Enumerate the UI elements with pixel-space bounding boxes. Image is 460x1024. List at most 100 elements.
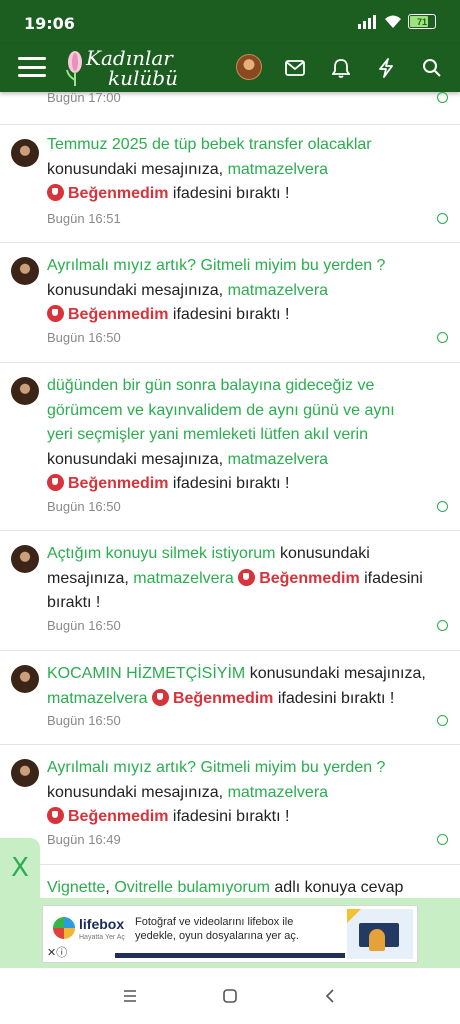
reaction-label: Beğenmedim bbox=[68, 185, 169, 202]
notification-body: ifadesini bıraktı ! bbox=[172, 808, 290, 825]
notification-body: konusundaki mesajınıza, bbox=[47, 450, 224, 468]
lifebox-logo-icon bbox=[53, 917, 75, 939]
notification-body: ifadesini bıraktı ! bbox=[172, 306, 290, 323]
notification-item[interactable]: düğünden bir gün sonra balayına gideceği… bbox=[0, 362, 460, 530]
notification-time: Bugün 16:49 bbox=[47, 832, 121, 847]
topic-link[interactable]: Açtığım konuyu silmek istiyorum bbox=[47, 545, 276, 562]
home-icon[interactable] bbox=[218, 984, 242, 1008]
thumbs-down-icon bbox=[47, 184, 64, 201]
avatar[interactable] bbox=[11, 665, 39, 693]
unread-dot[interactable] bbox=[437, 834, 448, 845]
logo-text-line1: Kadınlar bbox=[86, 46, 173, 70]
notification-item[interactable]: Ayrılmalı mıyız artık? Gitmeli miyim bu … bbox=[0, 744, 460, 864]
notification-body: ifadesini bbox=[364, 569, 423, 587]
notification-body: konusundaki bbox=[279, 545, 370, 562]
topic-link[interactable]: KOCAMIN HİZMETÇİSİYİM bbox=[47, 665, 245, 682]
status-time: 19:06 bbox=[24, 14, 75, 33]
reaction-label: Beğenmedim bbox=[172, 689, 274, 707]
notification-body: mesajınıza, bbox=[47, 569, 129, 587]
search-icon[interactable] bbox=[419, 55, 445, 81]
notification-body: konusundaki mesajınıza, bbox=[249, 665, 426, 682]
logo-text-line2: kulübü bbox=[108, 66, 178, 90]
unread-dot[interactable] bbox=[437, 715, 448, 726]
notification-time: Bugün 16:50 bbox=[47, 499, 121, 514]
user-avatar[interactable] bbox=[236, 54, 262, 80]
reaction-label: Beğenmedim bbox=[68, 808, 169, 825]
avatar[interactable] bbox=[11, 545, 39, 573]
notification-item[interactable]: Temmuz 2025 de tüp bebek transfer olacak… bbox=[0, 124, 460, 242]
notification-body: ifadesini bıraktı ! bbox=[172, 185, 290, 202]
thumbs-down-icon bbox=[238, 568, 256, 586]
ad-brand-subtitle: Hayatta Yer Aç bbox=[79, 934, 125, 941]
notification-text: Ayrılmalı mıyız artık? Gitmeli miyim bu … bbox=[47, 756, 447, 830]
topic-link[interactable]: düğünden bir gün sonra balayına gideceği… bbox=[47, 377, 395, 443]
hamburger-menu-icon[interactable] bbox=[18, 54, 46, 80]
ad-footer-bar bbox=[115, 953, 345, 958]
status-bar: 19:06 71 bbox=[0, 0, 460, 44]
notification-item[interactable]: KOCAMIN HİZMETÇİSİYİM konusundaki mesajı… bbox=[0, 650, 460, 744]
ad-info-icon[interactable]: ✕ⓘ bbox=[47, 944, 67, 960]
notification-body: konusundaki mesajınıza, bbox=[47, 160, 224, 178]
notification-body: ifadesini bıraktı ! bbox=[172, 475, 290, 492]
avatar[interactable] bbox=[11, 377, 39, 405]
user-link[interactable]: matmazelvera bbox=[228, 451, 328, 468]
notification-body: ifadesini bıraktı ! bbox=[277, 689, 395, 707]
notification-time: Bugün 16:50 bbox=[47, 330, 121, 345]
ad-banner[interactable]: lifebox Hayatta Yer Aç Fotoğraf ve video… bbox=[42, 905, 418, 963]
battery-icon: 71 bbox=[408, 14, 436, 29]
user-link[interactable]: matmazelvera bbox=[47, 690, 147, 707]
notification-body: adlı konuya cevap bbox=[274, 879, 404, 896]
user-link[interactable]: matmazelvera bbox=[228, 784, 328, 801]
notification-item[interactable]: Ayrılmalı mıyız artık? Gitmeli miyim bu … bbox=[0, 242, 460, 362]
topic-link[interactable]: Ayrılmalı mıyız artık? Gitmeli miyim bu … bbox=[47, 759, 385, 776]
avatar[interactable] bbox=[11, 759, 39, 787]
notification-time: Bugün 16:50 bbox=[47, 618, 121, 633]
notification-body: konusundaki mesajınıza, bbox=[47, 783, 224, 801]
unread-dot[interactable] bbox=[437, 92, 448, 103]
user-link[interactable]: matmazelvera bbox=[228, 161, 328, 178]
status-icons: 71 bbox=[358, 14, 436, 29]
notification-time: Bugün 16:51 bbox=[47, 211, 121, 226]
topic-link[interactable]: Ovitrelle bulamıyorum bbox=[114, 879, 270, 896]
user-link[interactable]: Vignette bbox=[47, 879, 105, 896]
unread-dot[interactable] bbox=[437, 213, 448, 224]
site-logo[interactable]: Kadınlar kulübü bbox=[64, 44, 184, 92]
topic-link[interactable]: Temmuz 2025 de tüp bebek transfer olacak… bbox=[47, 136, 372, 153]
user-link[interactable]: matmazelvera bbox=[228, 282, 328, 299]
thumbs-down-icon bbox=[47, 807, 64, 824]
envelope-icon[interactable] bbox=[282, 55, 308, 81]
recents-icon[interactable] bbox=[118, 984, 142, 1008]
logo-flower-icon bbox=[66, 51, 82, 86]
notification-text: Açtığım konuyu silmek istiyorum konusund… bbox=[47, 542, 447, 616]
back-icon[interactable] bbox=[318, 984, 342, 1008]
lightning-icon[interactable] bbox=[373, 55, 399, 81]
notification-text: Vignette, Ovitrelle bulamıyorum adlı kon… bbox=[47, 879, 404, 896]
notification-text: Ayrılmalı mıyız artık? Gitmeli miyim bu … bbox=[47, 254, 447, 328]
signal-icon bbox=[358, 14, 376, 29]
user-link[interactable]: matmazelvera bbox=[133, 570, 233, 587]
thumbs-down-icon bbox=[47, 305, 64, 322]
reaction-label: Beğenmedim bbox=[68, 306, 169, 323]
unread-dot[interactable] bbox=[437, 620, 448, 631]
topic-link[interactable]: Ayrılmalı mıyız artık? Gitmeli miyim bu … bbox=[47, 257, 385, 274]
unread-dot[interactable] bbox=[437, 332, 448, 343]
ad-close-button[interactable]: X bbox=[0, 838, 40, 898]
thumbs-down-icon bbox=[47, 474, 64, 491]
notification-time: Bugün 16:50 bbox=[47, 713, 121, 728]
avatar[interactable] bbox=[11, 257, 39, 285]
reaction-label: Beğenmedim bbox=[259, 569, 360, 587]
notification-body: konusundaki mesajınıza, bbox=[47, 281, 224, 299]
thumbs-down-icon bbox=[151, 688, 169, 706]
bell-icon[interactable] bbox=[328, 55, 354, 81]
notification-body: bıraktı ! bbox=[47, 594, 101, 611]
notification-item[interactable]: Açtığım konuyu silmek istiyorum konusund… bbox=[0, 530, 460, 650]
avatar[interactable] bbox=[11, 139, 39, 167]
notification-list[interactable]: Bugün 17:00 Temmuz 2025 de tüp bebek tra… bbox=[0, 92, 460, 967]
ad-text: Fotoğraf ve videolarını lifebox ile yede… bbox=[135, 916, 299, 942]
battery-level: 71 bbox=[416, 16, 427, 27]
notification-text: düğünden bir gün sonra balayına gideceği… bbox=[47, 374, 447, 497]
notification-text: KOCAMIN HİZMETÇİSİYİM konusundaki mesajı… bbox=[47, 662, 447, 711]
reaction-label: Beğenmedim bbox=[68, 475, 169, 492]
unread-dot[interactable] bbox=[437, 501, 448, 512]
wifi-icon bbox=[385, 15, 401, 28]
